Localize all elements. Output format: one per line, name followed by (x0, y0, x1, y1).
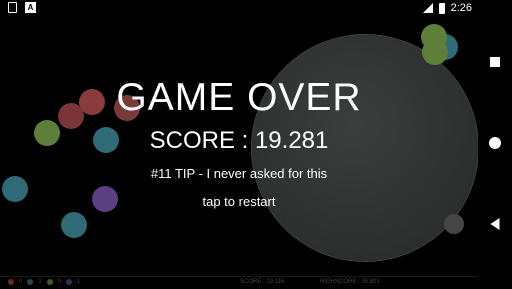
count-green: 0 (57, 279, 62, 285)
back-triangle-icon[interactable] (490, 218, 500, 230)
count-teal: 1 (38, 279, 42, 285)
teal-dot-icon (27, 279, 34, 285)
hud-score: SCORE : 19.116 (240, 279, 285, 285)
game-over-title: GAME OVER (116, 76, 362, 119)
game-over-overlay[interactable]: GAME OVER SCORE : 19.281 #11 TIP - I nev… (0, 0, 478, 288)
hud-highscore: HIGHSCORE : 35.803 (320, 279, 380, 285)
count-purple: 1 (77, 279, 81, 285)
home-circle-icon[interactable] (489, 137, 501, 149)
final-score: SCORE : 19.281 (149, 127, 329, 154)
recents-square-icon[interactable] (490, 57, 500, 67)
tip-text: #11 TIP - I never asked for this (150, 166, 328, 181)
hud-bar: 0 1 0 1 SCORE : 19.116 HIGHSCORE : 35.80… (0, 276, 478, 289)
purple-dot-icon (66, 279, 73, 285)
navigation-bar (478, 0, 512, 288)
green-dot-icon (46, 279, 53, 285)
count-red: 0 (19, 279, 23, 285)
restart-prompt[interactable]: tap to restart (0, 194, 478, 209)
red-dot-icon (8, 279, 14, 285)
ball-counts: 0 1 0 1 (8, 279, 80, 285)
